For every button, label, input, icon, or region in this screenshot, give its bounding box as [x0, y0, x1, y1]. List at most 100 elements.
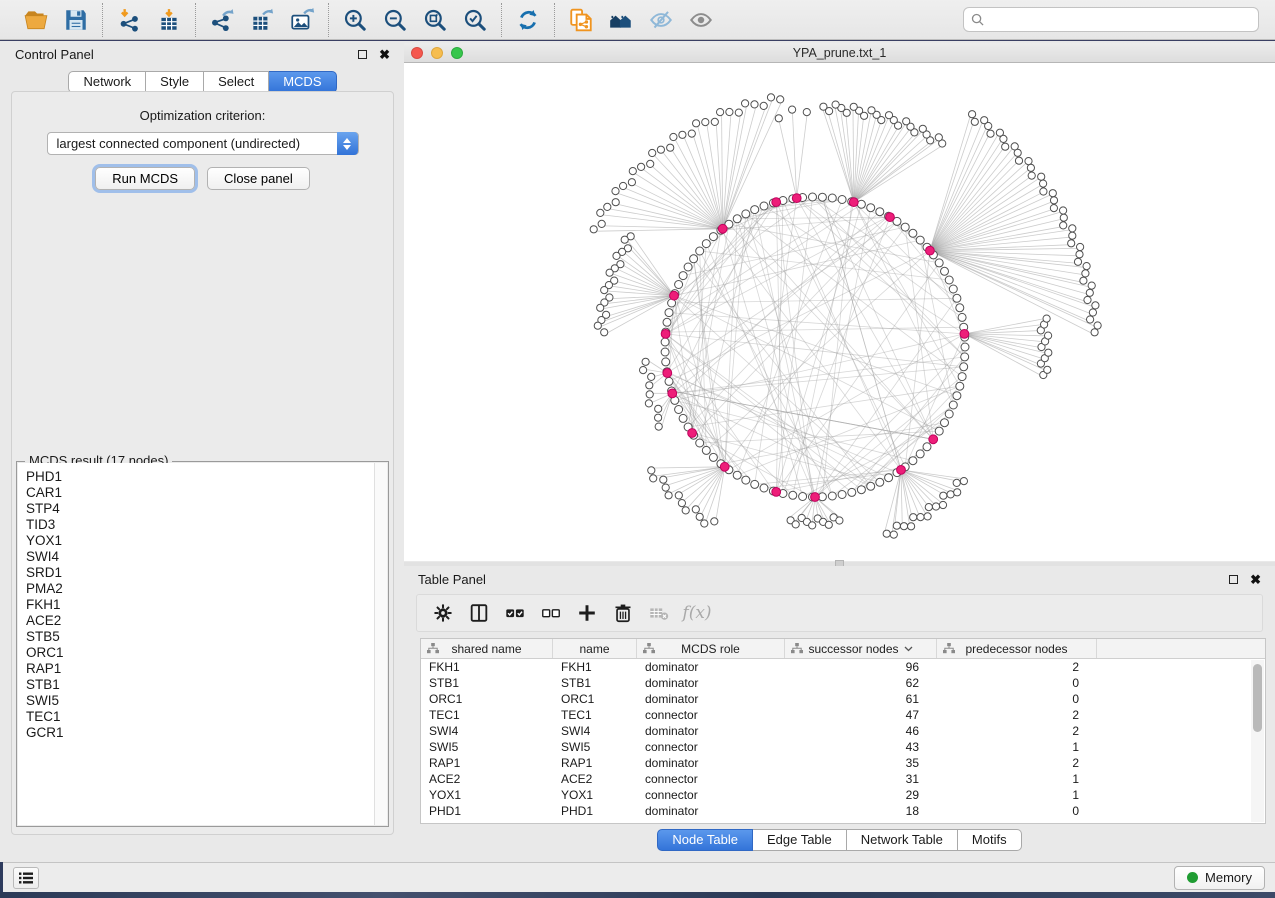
duplicate-network-icon	[568, 7, 594, 33]
table-tab-motifs[interactable]: Motifs	[958, 829, 1022, 851]
column-header-shared-name[interactable]: shared name	[421, 639, 553, 658]
column-header-MCDS-role[interactable]: MCDS role	[637, 639, 785, 658]
column-header-name[interactable]: name	[553, 639, 637, 658]
import-group	[103, 3, 196, 37]
network-titlebar[interactable]: YPA_prune.txt_1	[404, 43, 1275, 63]
list-item[interactable]: SRD1	[26, 565, 387, 581]
table-row[interactable]: RAP1RAP1dominator352	[421, 755, 1265, 771]
table-row[interactable]: PHD1PHD1dominator180	[421, 803, 1265, 819]
table-row[interactable]: SWI4SWI4dominator462	[421, 723, 1265, 739]
table-row[interactable]: TEC1TEC1connector472	[421, 707, 1265, 723]
float-panel-icon[interactable]	[358, 50, 367, 59]
zoom-selected-button[interactable]	[455, 4, 495, 36]
list-item[interactable]: RAP1	[26, 661, 387, 677]
add-column-button[interactable]	[569, 598, 605, 628]
column-header-successor-nodes[interactable]: successor nodes	[785, 639, 937, 658]
tab-network[interactable]: Network	[68, 71, 146, 93]
table-row[interactable]: STB1STB1dominator620	[421, 675, 1265, 691]
run-mcds-button[interactable]: Run MCDS	[95, 167, 195, 190]
open-session-button[interactable]	[16, 4, 56, 36]
column-type-icon	[791, 643, 803, 654]
table-body: FKH1FKH1dominator962STB1STB1dominator620…	[421, 659, 1265, 819]
table-cell: 1	[937, 787, 1097, 803]
table-scrollbar-thumb[interactable]	[1253, 664, 1262, 732]
zoom-fit-icon	[422, 7, 448, 33]
column-label: shared name	[451, 642, 521, 656]
close-panel-button[interactable]: Close panel	[207, 167, 310, 190]
table-settings-button[interactable]	[425, 598, 461, 628]
list-item[interactable]: TEC1	[26, 709, 387, 725]
table-cell: 31	[785, 771, 937, 787]
deselect-all-button[interactable]	[533, 598, 569, 628]
table-cell: 61	[785, 691, 937, 707]
memory-button[interactable]: Memory	[1174, 866, 1265, 890]
list-item[interactable]: FKH1	[26, 597, 387, 613]
table-cell: FKH1	[553, 659, 637, 675]
list-item[interactable]: SWI4	[26, 549, 387, 565]
delete-table-icon	[648, 602, 670, 624]
mcds-list-scrollbar[interactable]	[374, 463, 387, 825]
column-label: predecessor nodes	[965, 642, 1067, 656]
refresh-button[interactable]	[508, 4, 548, 36]
hide-details-button[interactable]	[641, 4, 681, 36]
network-canvas[interactable]	[404, 64, 1275, 561]
table-row[interactable]: ACE2ACE2connector311	[421, 771, 1265, 787]
save-session-button[interactable]	[56, 4, 96, 36]
import-table-button[interactable]	[149, 4, 189, 36]
column-header-predecessor-nodes[interactable]: predecessor nodes	[937, 639, 1097, 658]
delete-column-button[interactable]	[605, 598, 641, 628]
table-tab-edge-table[interactable]: Edge Table	[753, 829, 847, 851]
list-item[interactable]: ACE2	[26, 613, 387, 629]
table-tab-node-table[interactable]: Node Table	[657, 829, 753, 851]
table-tab-network-table[interactable]: Network Table	[847, 829, 958, 851]
search-box[interactable]	[963, 7, 1259, 32]
export-image-button[interactable]	[282, 4, 322, 36]
list-item[interactable]: STB1	[26, 677, 387, 693]
function-builder-button[interactable]: f(x)	[677, 598, 713, 628]
split-view-button[interactable]	[461, 598, 497, 628]
search-input[interactable]	[989, 13, 1251, 27]
dropdown-stepper-icon	[337, 132, 358, 155]
list-item[interactable]: STP4	[26, 501, 387, 517]
zoom-in-button[interactable]	[335, 4, 375, 36]
tab-select[interactable]: Select	[204, 71, 269, 93]
table-float-panel-icon[interactable]	[1229, 575, 1238, 584]
table-cell: 35	[785, 755, 937, 771]
export-network-button[interactable]	[202, 4, 242, 36]
table-panel: Table Panel ✖	[404, 566, 1275, 862]
table-row[interactable]: FKH1FKH1dominator962	[421, 659, 1265, 675]
home-layout-button[interactable]	[601, 4, 641, 36]
delete-table-button[interactable]	[641, 598, 677, 628]
list-item[interactable]: SWI5	[26, 693, 387, 709]
zoom-in-icon	[342, 7, 368, 33]
tab-style[interactable]: Style	[146, 71, 204, 93]
show-details-button[interactable]	[681, 4, 721, 36]
list-item[interactable]: YOX1	[26, 533, 387, 549]
list-item[interactable]: GCR1	[26, 725, 387, 741]
table-row[interactable]: SWI5SWI5connector431	[421, 739, 1265, 755]
table-close-panel-icon[interactable]: ✖	[1250, 573, 1261, 586]
table-row[interactable]: ORC1ORC1dominator610	[421, 691, 1265, 707]
import-network-icon	[116, 7, 142, 33]
list-item[interactable]: PMA2	[26, 581, 387, 597]
tab-mcds[interactable]: MCDS	[269, 71, 336, 93]
list-item[interactable]: STB5	[26, 629, 387, 645]
list-item[interactable]: ORC1	[26, 645, 387, 661]
list-item[interactable]: TID3	[26, 517, 387, 533]
table-row[interactable]: YOX1YOX1connector291	[421, 787, 1265, 803]
duplicate-network-button[interactable]	[561, 4, 601, 36]
export-table-button[interactable]	[242, 4, 282, 36]
zoom-fit-button[interactable]	[415, 4, 455, 36]
task-history-button[interactable]	[13, 867, 39, 889]
select-all-button[interactable]	[497, 598, 533, 628]
table-scrollbar[interactable]	[1251, 660, 1264, 822]
close-panel-icon[interactable]: ✖	[379, 48, 390, 61]
table-cell: 2	[937, 723, 1097, 739]
list-item[interactable]: PHD1	[26, 469, 387, 485]
table-cell: 18	[785, 803, 937, 819]
table-panel-header: Table Panel ✖	[404, 566, 1275, 592]
import-network-button[interactable]	[109, 4, 149, 36]
zoom-out-button[interactable]	[375, 4, 415, 36]
criterion-dropdown[interactable]: largest connected component (undirected)	[47, 132, 359, 155]
list-item[interactable]: CAR1	[26, 485, 387, 501]
